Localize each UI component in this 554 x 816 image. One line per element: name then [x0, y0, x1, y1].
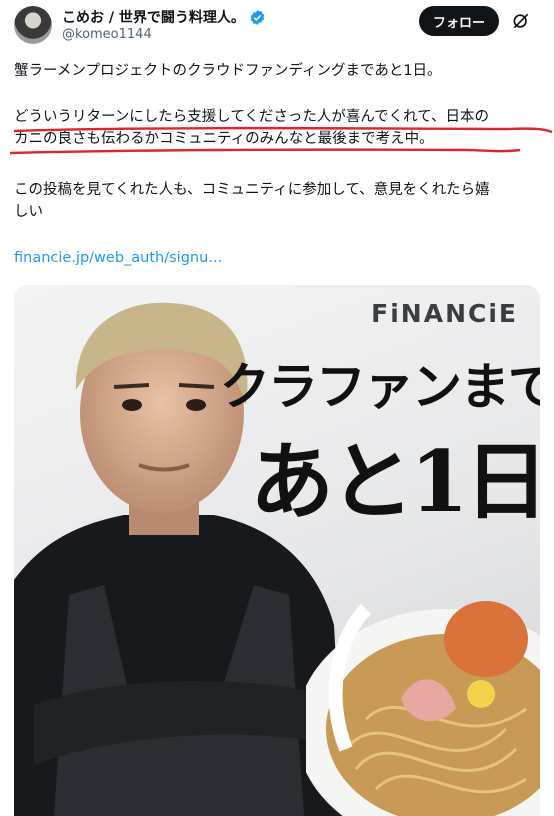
tweet-text-line-1: 蟹ラーメンプロジェクトのクラウドファンディングまであと1日。 [14, 63, 442, 79]
user-handle[interactable]: @komeo1144 [62, 27, 152, 42]
display-name[interactable]: こめお / 世界で闘う料理人。 [62, 7, 245, 27]
tweet-paragraph-3: この投稿を見てくれた人も、コミュニティに参加して、意見をくれたら嬉 しい [14, 179, 550, 223]
tweet-header: こめお / 世界で闘う料理人。 @komeo1144 フォロー [0, 0, 554, 48]
grok-icon[interactable] [511, 11, 531, 31]
media-headline-2: あと1日 [250, 432, 540, 531]
avatar[interactable] [14, 6, 52, 44]
tweet-link[interactable]: financie.jp/web_auth/signu... [14, 250, 222, 266]
verified-badge-icon [250, 9, 265, 25]
follow-button[interactable]: フォロー [419, 6, 499, 36]
tweet-paragraph-2: どういうリターンにしたら支援してくださった人が喜んでくれて、日本の カニの良さも… [14, 106, 550, 150]
author-name-row: こめお / 世界で闘う料理人。 [62, 7, 266, 27]
tweet-paragraph-3-line-2: しい [14, 204, 43, 220]
tweet-paragraph-3-line-1: この投稿を見てくれた人も、コミュニティに参加して、意見をくれたら嬉 [14, 182, 490, 198]
tweet-media-image[interactable]: FiNANCiE クラファンまで あと1日 [14, 285, 540, 816]
tweet-paragraph-2-line-1: どういうリターンにしたら支援してくださった人が喜んでくれて、日本の [14, 109, 490, 125]
crab-ramen-bowl [306, 601, 540, 816]
media-headline-1: クラファンまで [220, 357, 540, 416]
tweet-paragraph-2-line-2: カニの良さも伝わるかコミュニティのみんなと最後まで考え中。 [14, 131, 434, 147]
financie-logo: FiNANCiE [371, 299, 518, 328]
